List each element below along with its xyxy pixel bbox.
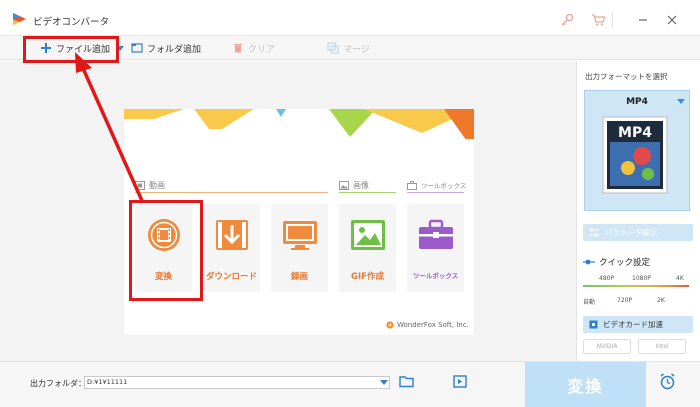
- quality-4k: 4K: [676, 275, 684, 282]
- section-image-line: [339, 192, 396, 193]
- gpu-icon: [589, 320, 598, 329]
- wonderfox-logo-icon: [386, 321, 394, 329]
- output-format-title: 出力フォーマットを選択: [585, 72, 668, 81]
- add-folder-label: フォルダ追加: [147, 44, 202, 55]
- output-folder-dropdown-icon[interactable]: [380, 380, 388, 385]
- section-image: 画像: [339, 180, 369, 191]
- image-icon: [339, 181, 349, 190]
- section-image-label: 画像: [353, 181, 369, 190]
- cart-icon[interactable]: [591, 13, 605, 27]
- download-icon: [216, 220, 248, 250]
- image-gif-icon: [351, 220, 385, 250]
- gif-tile-label: GIF作成: [351, 272, 384, 282]
- highlight-add-file: [23, 36, 119, 63]
- intel-chip: Intel: [638, 339, 686, 354]
- quality-480p: 480P: [599, 275, 615, 282]
- format-name: MP4: [626, 97, 648, 107]
- main-area: 動画 画像 ツールボックス 変換 ダウンロード 録画 GIF作成 ツールボックス…: [0, 61, 576, 361]
- screen-record-icon: [283, 221, 317, 250]
- film-icon: [135, 181, 145, 190]
- mp4-badge: MP4: [618, 125, 652, 141]
- parameter-settings-label: パラメータ設定: [605, 228, 658, 237]
- toolbox-icon: [419, 219, 453, 249]
- parameter-settings-button[interactable]: パラメータ設定: [583, 224, 693, 241]
- section-video-label: 動画: [149, 181, 165, 190]
- highlight-convert-tile: [129, 200, 203, 301]
- quick-settings: クイック設定: [583, 256, 650, 268]
- section-toolbox-line: [407, 192, 464, 193]
- quality-1080p: 1080P: [632, 275, 651, 282]
- record-tile-label: 録画: [290, 272, 308, 282]
- app-title: ビデオコンバータ: [33, 17, 110, 28]
- close-icon[interactable]: [665, 13, 679, 27]
- banner-decoration: [124, 109, 474, 139]
- section-video-line: [135, 192, 328, 193]
- export-folder-icon[interactable]: [453, 375, 467, 388]
- key-icon[interactable]: [560, 13, 574, 27]
- format-dropdown-icon: [677, 99, 685, 104]
- convert-button[interactable]: 変換: [525, 362, 646, 407]
- add-folder-button[interactable]: フォルダ追加: [131, 40, 201, 56]
- intel-label: Intel: [655, 343, 669, 350]
- bottom-bar: 出力フォルダ： D:¥1¥11111 変換: [0, 361, 700, 407]
- nvidia-label: NVIDIA: [596, 343, 618, 350]
- merge-label: マージ: [343, 44, 370, 55]
- quality-slider[interactable]: [583, 285, 689, 287]
- quick-settings-label: クイック設定: [599, 258, 651, 268]
- merge-icon: [327, 42, 339, 54]
- app-window: ビデオコンバータ ファイル追加 フォルダ追加 クリア マージ 動画 画像 ツール…: [0, 0, 700, 407]
- credit: WonderFox Soft, Inc.: [386, 321, 469, 329]
- gif-tile[interactable]: GIF作成: [339, 204, 396, 292]
- section-toolbox: ツールボックス: [407, 180, 466, 190]
- nvidia-chip: NVIDIA: [583, 339, 631, 354]
- merge-button[interactable]: マージ: [327, 40, 370, 56]
- title-separator: [612, 12, 613, 28]
- toolbox-tile[interactable]: ツールボックス: [407, 204, 464, 292]
- output-folder-input[interactable]: D:¥1¥11111: [84, 376, 390, 389]
- section-toolbox-label: ツールボックス: [421, 182, 467, 190]
- quick-settings-icon: [583, 259, 595, 265]
- quality-720p: 720P: [617, 297, 633, 304]
- title-bar: ビデオコンバータ: [0, 0, 700, 36]
- download-tile-label: ダウンロード: [205, 272, 257, 282]
- app-logo-icon: [13, 13, 26, 25]
- credit-text: WonderFox Soft, Inc.: [397, 321, 469, 329]
- folder-add-icon: [131, 43, 143, 53]
- format-selector[interactable]: MP4 MP4: [584, 90, 690, 211]
- minimize-icon[interactable]: [636, 13, 650, 27]
- trash-icon: [234, 44, 242, 53]
- open-folder-icon[interactable]: [399, 375, 414, 388]
- mp4-file-icon: MP4: [602, 116, 668, 194]
- output-folder-label: 出力フォルダ：: [30, 379, 86, 388]
- quality-2k: 2K: [657, 297, 665, 304]
- clear-label: クリア: [248, 44, 276, 55]
- clear-button[interactable]: クリア: [232, 40, 275, 56]
- download-tile[interactable]: ダウンロード: [203, 204, 260, 292]
- toolbox-small-icon: [407, 180, 417, 190]
- toolbox-tile-label: ツールボックス: [412, 272, 459, 280]
- alarm-clock-icon[interactable]: [659, 373, 676, 390]
- quality-auto: 自動: [583, 299, 596, 306]
- output-panel: 出力フォーマットを選択 MP4 MP4 パラメータ設定 クイック設定 480P …: [576, 61, 700, 361]
- record-tile[interactable]: 録画: [271, 204, 328, 292]
- gpu-acceleration-label: ビデオカード加速: [603, 320, 663, 329]
- sliders-icon: [589, 228, 599, 237]
- gpu-acceleration-button[interactable]: ビデオカード加速: [583, 316, 693, 333]
- section-video: 動画: [135, 180, 165, 191]
